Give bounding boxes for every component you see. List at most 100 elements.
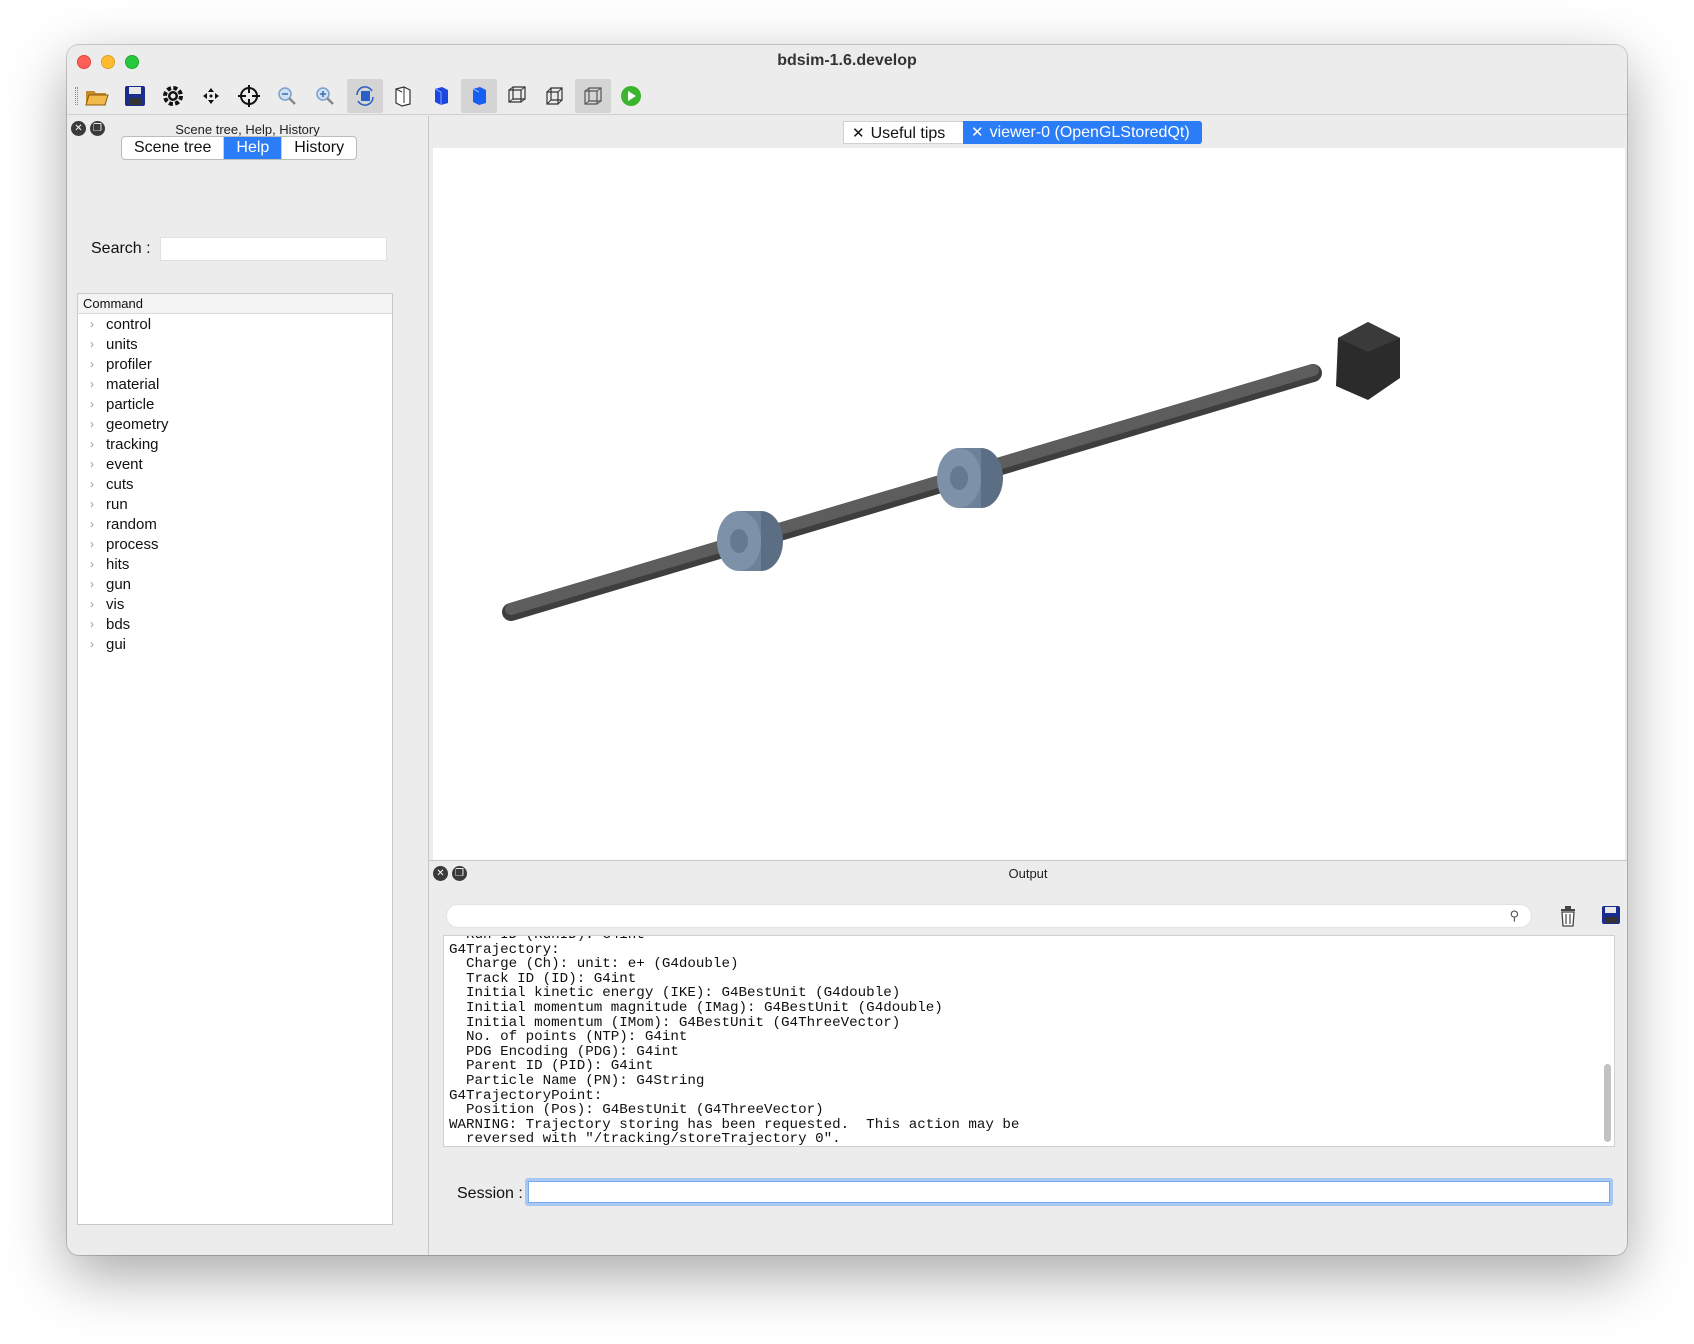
wireframe-button[interactable] (575, 79, 611, 113)
zoom-out-button[interactable] (269, 79, 305, 113)
tree-item-profiler[interactable]: › profiler (78, 354, 392, 374)
tree-item-bds[interactable]: › bds (78, 614, 392, 634)
settings-button[interactable] (155, 79, 191, 113)
search-label: Search : (91, 240, 151, 257)
tree-item-control[interactable]: › control (78, 314, 392, 334)
tree-item-label: units (106, 335, 138, 353)
close-tab-icon[interactable]: ✕ (971, 124, 984, 141)
solid-button[interactable] (461, 79, 497, 113)
command-tree: Command › control › units › profiler › material… (77, 293, 393, 1225)
tree-item-gui[interactable]: › gui (78, 634, 392, 654)
tree-header[interactable]: Command (78, 294, 392, 314)
chevron-right-icon[interactable]: › (78, 637, 106, 651)
trash-icon[interactable] (1558, 905, 1578, 927)
tab-viewer-0[interactable]: ✕ viewer-0 (OpenGLStoredQt) (963, 121, 1202, 144)
save-button[interactable] (117, 79, 153, 113)
tree-item-label: vis (106, 595, 125, 613)
title-bar: bdsim-1.6.develop (67, 45, 1627, 77)
gear-icon (163, 86, 183, 106)
dock-title: Scene tree, Help, History (175, 122, 320, 137)
tree-item-material[interactable]: › material (78, 374, 392, 394)
tree-item-event[interactable]: › event (78, 454, 392, 474)
opengl-viewer[interactable] (433, 148, 1625, 860)
pick-button[interactable] (231, 79, 267, 113)
chevron-right-icon[interactable]: › (78, 597, 106, 611)
tree-item-hits[interactable]: › hits (78, 554, 392, 574)
session-label: Session : (457, 1185, 523, 1202)
tree-item-units[interactable]: › units (78, 334, 392, 354)
tree-item-tracking[interactable]: › tracking (78, 434, 392, 454)
toolbar (67, 77, 1627, 115)
tree-item-gun[interactable]: › gun (78, 574, 392, 594)
tab-useful-tips[interactable]: ✕ Useful tips (843, 121, 964, 144)
tree-item-cuts[interactable]: › cuts (78, 474, 392, 494)
chevron-right-icon[interactable]: › (78, 317, 106, 331)
help-dock: ✕ ❐ Scene tree, Help, History Scene tree… (67, 116, 429, 1255)
chevron-right-icon[interactable]: › (78, 457, 106, 471)
window-title: bdsim-1.6.develop (777, 52, 917, 69)
chevron-right-icon[interactable]: › (78, 557, 106, 571)
search-input[interactable] (160, 237, 387, 261)
tree-item-label: control (106, 315, 152, 333)
save-icon (125, 86, 145, 106)
chevron-right-icon[interactable]: › (78, 497, 106, 511)
tree-item-run[interactable]: › run (78, 494, 392, 514)
open-icon (85, 91, 109, 106)
block-end (1336, 322, 1400, 400)
wireframe-icon (584, 87, 602, 105)
chevron-right-icon[interactable]: › (78, 337, 106, 351)
tree-item-particle[interactable]: › particle (78, 394, 392, 414)
open-button[interactable] (79, 79, 115, 113)
chevron-right-icon[interactable]: › (78, 517, 106, 531)
tab-help[interactable]: Help (224, 137, 283, 159)
chevron-right-icon[interactable]: › (78, 417, 106, 431)
output-text: Run ID (RunID): G4int G4Trajectory: Char… (449, 935, 1020, 1147)
tab-history[interactable]: History (282, 137, 356, 159)
hidden-line-icon (395, 86, 411, 107)
perspective-icon (508, 86, 526, 103)
zoom-in-button[interactable] (307, 79, 343, 113)
output-console[interactable]: Run ID (RunID): G4int G4Trajectory: Char… (443, 935, 1615, 1147)
tab-label: Useful tips (870, 125, 946, 142)
tab-scene-tree[interactable]: Scene tree (122, 137, 225, 159)
toolbar-grip[interactable] (75, 87, 78, 105)
dock-tab-bar: Scene tree Help History (121, 136, 358, 160)
run-beam-button[interactable] (613, 79, 649, 113)
session-input[interactable] (525, 1178, 1613, 1206)
close-tab-icon[interactable]: ✕ (852, 125, 865, 142)
tree-item-label: material (106, 375, 160, 393)
tree-item-label: profiler (106, 355, 152, 373)
chevron-right-icon[interactable]: › (78, 577, 106, 591)
geometry-scene (502, 322, 1400, 621)
rotate-button[interactable] (347, 79, 383, 113)
ortho-button[interactable] (537, 79, 573, 113)
chevron-right-icon[interactable]: › (78, 477, 106, 491)
chevron-right-icon[interactable]: › (78, 397, 106, 411)
chevron-right-icon[interactable]: › (78, 357, 106, 371)
chevron-right-icon[interactable]: › (78, 617, 106, 631)
output-filter-input[interactable]: ⚲ (446, 904, 1532, 928)
zoom-out-icon (278, 87, 296, 105)
tree-item-label: random (106, 515, 157, 533)
magnet-2 (937, 448, 1003, 508)
solid-icon (472, 87, 486, 105)
tree-item-geometry[interactable]: › geometry (78, 414, 392, 434)
chevron-right-icon[interactable]: › (78, 377, 106, 391)
hidden-line-button[interactable] (385, 79, 421, 113)
save-output-icon[interactable] (1601, 905, 1621, 925)
ortho-icon (546, 87, 563, 105)
search-icon: ⚲ (1509, 908, 1519, 923)
chevron-right-icon[interactable]: › (78, 537, 106, 551)
tree-item-label: run (106, 495, 128, 513)
tree-item-random[interactable]: › random (78, 514, 392, 534)
magnet-1 (717, 511, 783, 571)
viewer-tab-bar: ✕ Useful tips ✕ viewer-0 (OpenGLStoredQt) (429, 116, 1627, 146)
tree-item-process[interactable]: › process (78, 534, 392, 554)
tree-item-vis[interactable]: › vis (78, 594, 392, 614)
surface-button[interactable] (423, 79, 459, 113)
output-scrollbar[interactable] (1604, 1064, 1611, 1142)
perspective-button[interactable] (499, 79, 535, 113)
tree-item-label: tracking (106, 435, 159, 453)
move-button[interactable] (193, 79, 229, 113)
chevron-right-icon[interactable]: › (78, 437, 106, 451)
